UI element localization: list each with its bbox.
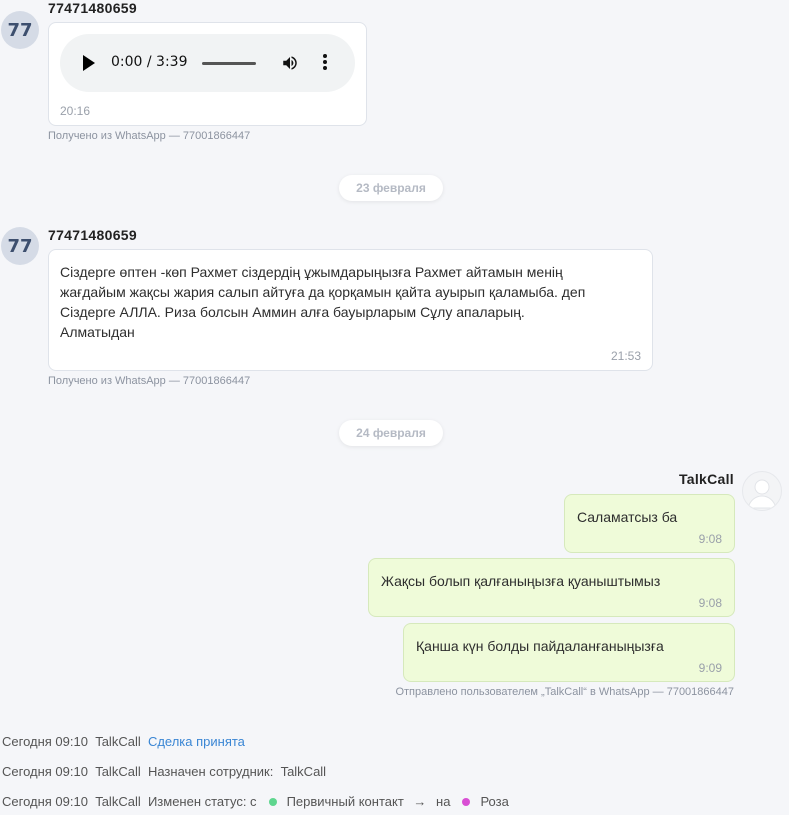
outgoing-message-bubble: Жақсы болып қалғаныңызға қуаныштымыз 9:0… — [368, 558, 735, 617]
sender-name: 77471480659 — [48, 0, 137, 16]
message-text-line: Алматыдан — [60, 324, 135, 340]
outgoing-message-bubble: Саламатсыз ба 9:08 — [564, 494, 735, 553]
date-separator: 23 февраля — [339, 175, 443, 201]
user-avatar[interactable] — [742, 471, 782, 511]
message-time: 20:16 — [60, 104, 91, 118]
user-silhouette-icon — [747, 479, 777, 509]
audio-player[interactable]: 0:00 / 3:39 — [60, 34, 355, 92]
audio-time: 0:00 / 3:39 — [111, 54, 188, 70]
avatar-initials: 77 — [7, 235, 33, 257]
status-to: Роза — [480, 794, 509, 809]
status-from-dot — [268, 797, 277, 806]
message-time: 9:08 — [698, 532, 722, 546]
log-time: Сегодня 09:10 — [2, 734, 88, 749]
sender-name: 77471480659 — [48, 227, 137, 243]
message-text-line: Сіздерге АЛЛА. Риза болсын Аммин алға ба… — [60, 304, 525, 320]
date-separator: 24 февраля — [339, 420, 443, 446]
activity-log-row: Сегодня 09:10 TalkCall Сделка принята — [2, 734, 245, 749]
log-to-word: на — [436, 794, 451, 809]
status-from: Первичный контакт — [286, 794, 404, 809]
log-time: Сегодня 09:10 — [2, 794, 88, 809]
volume-icon[interactable] — [280, 54, 300, 72]
log-action: Изменен статус: с — [147, 794, 257, 809]
log-user: TalkCall — [95, 794, 141, 809]
message-time: 9:09 — [698, 661, 722, 675]
arrow-right-icon: → — [413, 794, 427, 809]
audio-message-bubble: 0:00 / 3:39 20:16 — [48, 22, 367, 126]
message-source: Получено из WhatsApp — 77001866447 — [48, 375, 251, 387]
outgoing-message-bubble: Қанша күн болды пайдаланғаныңызға 9:09 — [403, 623, 735, 682]
message-text-line: жағдайым жақсы жария салып айтуға да қор… — [60, 284, 586, 300]
activity-log-row: Сегодня 09:10 TalkCall Назначен сотрудни… — [2, 764, 326, 779]
avatar-initials: 77 — [7, 19, 33, 41]
deal-accepted-link[interactable]: Сделка принята — [148, 734, 245, 749]
outgoing-sender-name: TalkCall — [678, 471, 734, 487]
assigned-employee: TalkCall — [280, 764, 327, 779]
play-icon[interactable] — [83, 55, 95, 71]
log-user: TalkCall — [95, 734, 141, 749]
status-to-dot — [462, 797, 471, 806]
log-action: Назначен сотрудник: — [147, 764, 274, 779]
message-time: 9:08 — [698, 596, 722, 610]
more-options-icon[interactable] — [321, 54, 329, 72]
contact-avatar[interactable]: 77 — [1, 227, 39, 265]
log-time: Сегодня 09:10 — [2, 764, 88, 779]
activity-log-row: Сегодня 09:10 TalkCall Изменен статус: с… — [2, 794, 509, 809]
message-text: Саламатсыз ба — [577, 509, 678, 525]
message-text: Жақсы болып қалғаныңызға қуаныштымыз — [381, 573, 661, 589]
message-time: 21:53 — [610, 349, 641, 363]
message-source: Отправлено пользователем „TalkCall“ в Wh… — [395, 686, 734, 698]
text-message-bubble: Сіздерге өптен -көп Рахмет сіздердің ұжы… — [48, 249, 653, 371]
message-source: Получено из WhatsApp — 77001866447 — [48, 130, 251, 142]
contact-avatar[interactable]: 77 — [1, 11, 39, 49]
message-text-line: Сіздерге өптен -көп Рахмет сіздердің ұжы… — [60, 264, 563, 280]
audio-progress-track[interactable] — [202, 62, 256, 65]
message-text: Қанша күн болды пайдаланғаныңызға — [416, 638, 664, 654]
log-user: TalkCall — [95, 764, 141, 779]
